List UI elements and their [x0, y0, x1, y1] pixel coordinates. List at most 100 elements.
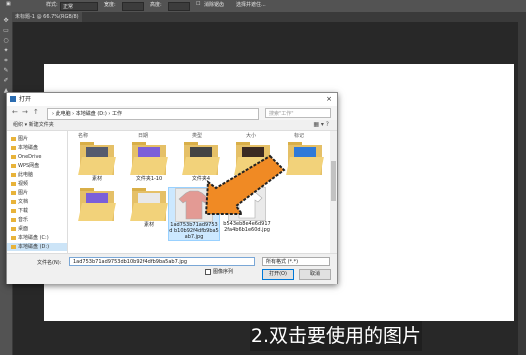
right-panel-strip [518, 22, 526, 355]
column-header[interactable]: 日期 [138, 132, 148, 139]
folder-icon [78, 141, 116, 175]
height-label: 高度: [150, 2, 162, 8]
document-tab-bar: 未标题-1 @ 66.7%(RGB/8) [12, 12, 526, 22]
antialias-label: 消除锯齿 [204, 2, 225, 8]
sidebar-item-label: WPS网盘 [18, 163, 40, 169]
file-item[interactable]: 文件夹1-10 [124, 141, 174, 182]
file-name: b543eb8e4e6d917 2fa4b6b1e60d.jpg [223, 221, 271, 233]
sidebar-item[interactable]: OneDrive [11, 153, 42, 161]
sidebar-item-label: 音乐 [18, 217, 29, 223]
crop-tool-icon[interactable]: ⌗ [3, 58, 9, 64]
breadcrumb: › 此电脑 › 本地磁盘 (D:) › 工作 [52, 111, 122, 117]
file-item[interactable] [72, 187, 122, 221]
view-options-icon[interactable]: ▦ ▾ ? [313, 121, 329, 128]
sidebar-item-label: 本地磁盘 [18, 145, 39, 151]
file-item[interactable]: 素材 [124, 187, 174, 228]
folder-icon [11, 208, 16, 213]
sidebar-item[interactable]: 桌面 [11, 225, 28, 233]
file-name: 素材 [143, 222, 154, 228]
cancel-button[interactable]: 取消 [299, 269, 331, 280]
folder-icon [130, 187, 168, 221]
forward-arrow-icon[interactable]: → [22, 108, 28, 116]
scrollbar[interactable] [330, 131, 337, 253]
navigation-row: ← → ↑ › 此电脑 › 本地磁盘 (D:) › 工作 搜索"工作" [7, 106, 337, 120]
annotation-arrow-icon [204, 154, 286, 215]
sidebar-item-label: 视频 [18, 181, 29, 187]
brush-tool-icon[interactable]: ✐ [3, 78, 9, 84]
select-mask-button[interactable]: 选择并遮住... [236, 1, 266, 8]
sidebar-item[interactable]: 视频 [11, 180, 28, 188]
style-select[interactable]: 正常 [60, 2, 98, 11]
document-tab[interactable]: 未标题-1 @ 66.7%(RGB/8) [12, 12, 82, 22]
style-label: 样式: [46, 2, 58, 8]
image-sequence-checkbox[interactable]: 图像序列 [205, 268, 233, 275]
column-header[interactable]: 类型 [192, 132, 202, 139]
dialog-title: 打开 [19, 96, 32, 103]
sidebar-item-label: 文档 [18, 199, 29, 205]
sidebar-item[interactable]: 此电脑 [11, 171, 33, 179]
filename-label: 文件名(N): [37, 260, 62, 266]
antialias-checkbox[interactable]: ☐ [196, 1, 200, 7]
dialog-title-bar: 打开 × [7, 93, 337, 106]
folder-icon [11, 136, 16, 141]
organize-menu[interactable]: 组织 ▾ 新建文件夹 [13, 121, 54, 128]
height-input[interactable] [168, 2, 190, 11]
file-name: 1ad753b71ad9753d b10b92f4dfb9ba5ab7.jpg [169, 222, 219, 240]
sidebar-item[interactable]: 本地磁盘 (D:) [7, 243, 67, 251]
sidebar-item[interactable]: 本地磁盘 [11, 144, 38, 152]
width-label: 宽度: [104, 2, 116, 8]
style-value: 正常 [63, 4, 74, 10]
sidebar-item[interactable]: 音乐 [11, 216, 28, 224]
open-file-dialog: 打开 × ← → ↑ › 此电脑 › 本地磁盘 (D:) › 工作 搜索"工作"… [6, 92, 338, 284]
magic-wand-tool-icon[interactable]: ✦ [3, 48, 9, 54]
photoshop-icon [10, 96, 16, 102]
command-bar: 组织 ▾ 新建文件夹 ▦ ▾ ? [7, 120, 337, 131]
folder-icon [130, 141, 168, 175]
sidebar-item[interactable]: 本地磁盘 (C:) [11, 234, 49, 242]
file-name: 文件夹1-10 [135, 176, 163, 182]
sidebar-item-label: 此电脑 [18, 172, 34, 178]
folder-icon [286, 141, 324, 175]
move-tool-icon[interactable]: ✥ [3, 18, 9, 24]
search-input[interactable]: 搜索"工作" [265, 108, 331, 118]
sidebar-item[interactable]: 图片 [11, 135, 28, 143]
marquee-tool-icon[interactable]: ▭ [3, 28, 9, 34]
sidebar-item-label: 本地磁盘 (D:) [18, 244, 50, 250]
drive-icon [11, 235, 16, 240]
scrollbar-thumb[interactable] [331, 161, 336, 201]
sidebar-item[interactable]: 图片 [11, 189, 28, 197]
pc-icon [11, 172, 16, 177]
folder-icon [11, 145, 16, 150]
column-header[interactable]: 标记 [294, 132, 304, 139]
sidebar-item-label: OneDrive [18, 154, 42, 160]
eyedropper-tool-icon[interactable]: ✎ [3, 68, 9, 74]
folder-icon [11, 217, 16, 222]
sidebar-item[interactable]: 下载 [11, 207, 28, 215]
folder-icon [78, 187, 116, 221]
sidebar-item-label: 下载 [18, 208, 29, 214]
tutorial-caption: 2.双击要使用的图片 [250, 321, 422, 351]
sidebar-item[interactable]: 文档 [11, 198, 28, 206]
column-header[interactable]: 大小 [246, 132, 256, 139]
lasso-tool-icon[interactable]: ○ [3, 38, 9, 44]
filetype-select[interactable]: 所有格式 (*.*) [262, 257, 330, 266]
sidebar-item-label: 桌面 [18, 226, 29, 232]
folder-icon [11, 190, 16, 195]
address-bar[interactable]: › 此电脑 › 本地磁盘 (D:) › 工作 [47, 108, 259, 120]
width-input[interactable] [122, 2, 144, 11]
open-button[interactable]: 打开(O) [262, 269, 294, 280]
folder-icon [11, 181, 16, 186]
back-arrow-icon[interactable]: ← [12, 108, 18, 116]
column-header[interactable]: 名称 [78, 132, 88, 139]
sidebar-item-label: 本地磁盘 (C:) [18, 235, 49, 241]
up-arrow-icon[interactable]: ↑ [33, 108, 39, 116]
folder-icon [11, 199, 16, 204]
filename-input[interactable]: 1ad753b71ad9753db10b92f4dfb9ba5ab7.jpg [69, 257, 255, 266]
file-item[interactable]: 素材 [72, 141, 122, 182]
image-sequence-label: 图像序列 [213, 269, 234, 275]
dialog-footer: 文件名(N): 1ad753b71ad9753db10b92f4dfb9ba5a… [7, 253, 337, 284]
drive-icon [11, 244, 16, 249]
sidebar-item-label: 图片 [18, 190, 29, 196]
close-icon[interactable]: × [326, 93, 332, 106]
sidebar-item[interactable]: WPS网盘 [11, 162, 39, 170]
